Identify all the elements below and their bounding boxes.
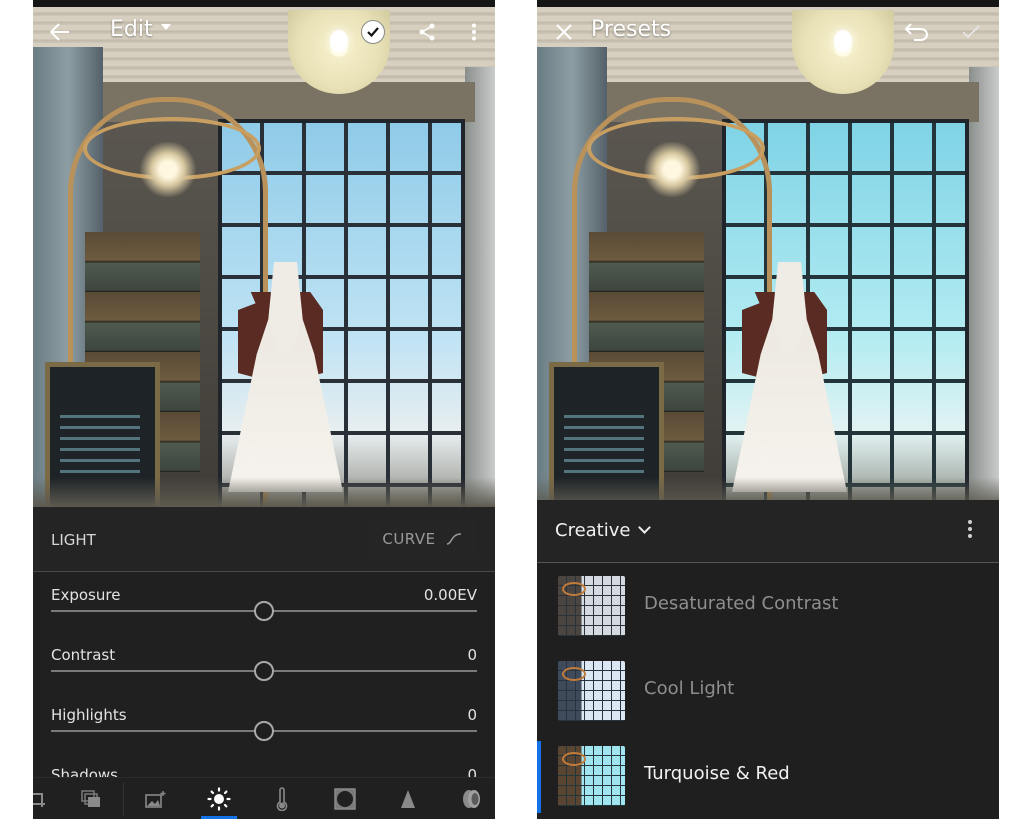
vignette-icon xyxy=(334,787,356,810)
top-bar: Edit xyxy=(33,7,495,57)
more-vertical-icon[interactable] xyxy=(461,19,487,45)
arrow-left-icon[interactable] xyxy=(47,19,73,45)
lens-icon xyxy=(463,789,480,808)
color-tool[interactable] xyxy=(262,778,302,819)
share-icon[interactable] xyxy=(414,19,440,45)
curve-button[interactable]: CURVE xyxy=(367,519,477,559)
photo-canvas[interactable] xyxy=(537,7,999,507)
auto-enhance-icon xyxy=(145,790,166,808)
exposure-slider[interactable]: Exposure 0.00EV xyxy=(51,586,477,646)
mode-dropdown[interactable]: Edit xyxy=(110,17,171,42)
crop-icon xyxy=(33,790,45,807)
category-header: Creative xyxy=(537,500,999,563)
thermometer-icon xyxy=(276,786,288,811)
slider-label: Exposure xyxy=(51,586,121,604)
auto-tool[interactable] xyxy=(136,778,176,819)
category-label: Creative xyxy=(555,520,631,541)
crop-tool[interactable] xyxy=(33,778,57,819)
category-dropdown[interactable]: Creative xyxy=(555,520,652,541)
undo-icon[interactable] xyxy=(904,19,930,45)
light-tool[interactable] xyxy=(199,778,239,819)
slider-value: 0.00EV xyxy=(423,586,477,604)
presets-icon xyxy=(81,789,100,807)
photo-wall xyxy=(465,67,495,507)
light-panel: LIGHT CURVE Exposure 0.00EV Contrast 0 H… xyxy=(33,507,495,819)
selection-indicator xyxy=(537,741,541,813)
close-icon[interactable] xyxy=(551,19,577,45)
detail-tool[interactable] xyxy=(388,778,428,819)
sun-icon xyxy=(207,786,231,811)
preset-item-selected[interactable]: Turquoise & Red xyxy=(537,741,999,813)
slider-value: 0 xyxy=(467,706,477,724)
slider-label: Contrast xyxy=(51,646,116,664)
presets-tool[interactable] xyxy=(71,778,111,819)
status-bar xyxy=(537,0,999,7)
contrast-slider[interactable]: Contrast 0 xyxy=(51,646,477,706)
preset-thumbnail xyxy=(558,576,625,636)
curve-icon xyxy=(446,533,461,545)
preset-thumbnail xyxy=(558,661,625,721)
toolbar-divider xyxy=(123,782,124,816)
photo-floor xyxy=(33,477,495,507)
presets-screen: Presets Creative Desaturated Contrast Co… xyxy=(537,0,999,819)
slider-thumb[interactable] xyxy=(254,661,274,681)
caret-down-icon xyxy=(160,24,171,30)
effects-tool[interactable] xyxy=(325,778,365,819)
page-title: Edit xyxy=(110,17,153,42)
optics-tool[interactable] xyxy=(451,778,491,819)
top-bar: Presets xyxy=(537,7,999,57)
presets-panel: Creative Desaturated Contrast Cool Light… xyxy=(537,500,999,819)
slider-thumb[interactable] xyxy=(254,601,274,621)
photo-chandelier xyxy=(138,142,198,197)
slider-label: Highlights xyxy=(51,706,127,724)
curve-button-label: CURVE xyxy=(382,530,436,548)
check-circle-icon[interactable] xyxy=(360,19,386,45)
preset-item[interactable]: Desaturated Contrast xyxy=(537,571,999,643)
photo-wall xyxy=(969,67,999,507)
slider-thumb[interactable] xyxy=(254,721,274,741)
preset-name: Cool Light xyxy=(644,678,735,699)
more-vertical-icon[interactable] xyxy=(967,520,973,538)
preset-name: Turquoise & Red xyxy=(644,763,790,784)
photo-canvas[interactable] xyxy=(33,7,495,507)
page-title: Presets xyxy=(591,17,672,42)
preset-thumbnail xyxy=(558,746,625,806)
highlights-slider[interactable]: Highlights 0 xyxy=(51,706,477,766)
slider-value: 0 xyxy=(467,646,477,664)
section-title: LIGHT xyxy=(51,531,96,549)
photo-chandelier xyxy=(642,142,702,197)
triangle-icon xyxy=(401,789,415,808)
edit-screen: Edit LIGHT CURVE Exposure 0.00EV Contras… xyxy=(33,0,495,819)
preset-name: Desaturated Contrast xyxy=(644,593,839,614)
checkmark-icon[interactable] xyxy=(958,19,984,45)
status-bar xyxy=(33,0,495,7)
edit-toolbar xyxy=(33,777,495,819)
chevron-down-icon xyxy=(638,521,652,534)
section-header: LIGHT CURVE xyxy=(33,507,495,572)
preset-item[interactable]: Cool Light xyxy=(537,656,999,728)
